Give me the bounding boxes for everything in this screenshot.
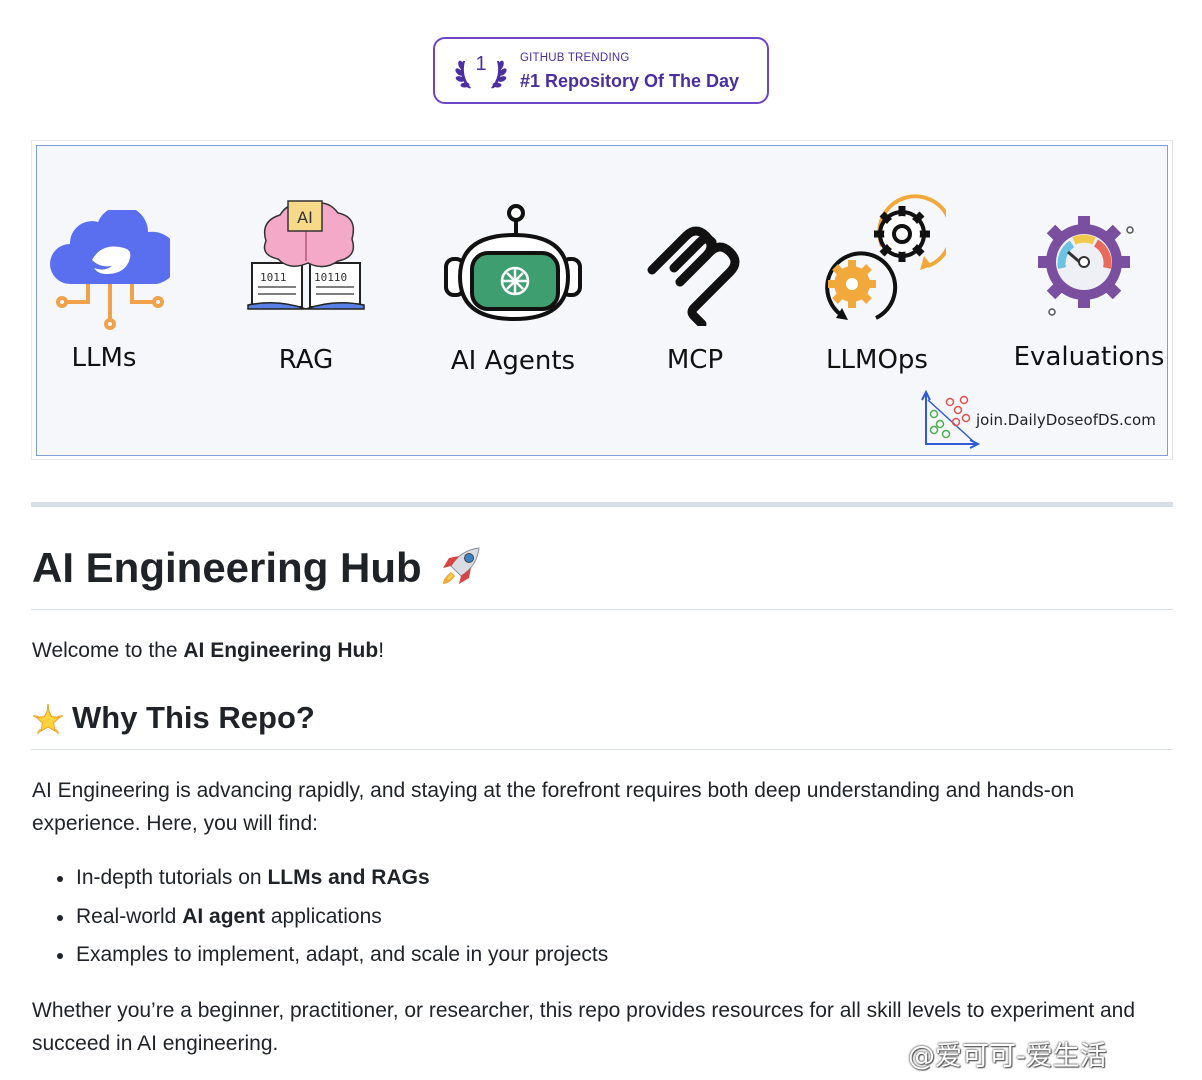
section-heading-why: Why This Repo? [72,700,315,735]
gauge-gear-icon [1038,216,1134,316]
github-trending-badge[interactable]: 1 GITHUB TRENDING #1 Repository Of The D… [433,37,769,104]
topic-label-mcp: MCP [666,345,724,375]
list-item-bold: LLMs and RAGs [267,866,430,889]
welcome-prefix: Welcome to the [32,639,184,662]
list-item-text: Real-world [76,904,183,928]
section-divider [31,502,1173,507]
welcome-suffix: ! [378,639,385,662]
list-item-text: In-depth tutorials on [76,866,268,889]
weibo-watermark: @爱可可-爱生活 [908,1041,1107,1072]
brain-book-icon: 1011 10110 AI [247,200,365,310]
page-title-text: AI Engineering Hub [32,544,422,591]
cloud-whale-icon [50,210,170,330]
list-item: In-depth tutorials on LLMs and RAGs [57,861,1176,900]
topic-label-ai-agents: AI Agents [450,346,576,376]
features-list: In-depth tutorials on LLMs and RAGs Real… [32,861,1176,977]
rocket-icon [443,547,480,584]
list-item-text: applications [265,904,382,928]
section-heading-underline [31,749,1173,750]
gears-cycle-icon [825,194,946,320]
topic-label-llmops: LLMOps [826,345,928,375]
badge-kicker: GITHUB TRENDING [520,52,630,64]
list-item: Real-world AI agent applications [57,900,1176,939]
mcp-logo-icon [647,226,740,326]
topic-label-rag: RAG [278,345,334,375]
intro-paragraph: AI Engineering is advancing rapidly, and… [32,779,1075,835]
topic-label-evaluations: Evaluations [1013,342,1165,372]
dailydoseofds-link[interactable]: join.DailyDoseofDS.com [976,411,1156,429]
list-item-bold: AI agent [182,904,266,928]
list-item: Examples to implement, adapt, and scale … [57,938,1176,977]
topic-label-llms: LLMs [71,343,137,373]
badge-rank: 1 [475,53,487,75]
book-binary-right: 10110 [314,271,347,284]
title-underline [31,609,1173,610]
ai-chip-text: AI [297,208,313,227]
page-title: AI Engineering Hub [32,542,485,592]
glowing-star-icon [33,704,63,734]
list-item-text: Examples to implement, adapt, and scale … [76,943,609,966]
welcome-paragraph: Welcome to the AI Engineering Hub! [32,634,1177,667]
robot-head-icon [444,204,582,322]
badge-title: #1 Repository Of The Day [520,71,740,91]
book-binary-left: 1011 [260,271,287,284]
welcome-hub-name: AI Engineering Hub [183,639,379,662]
